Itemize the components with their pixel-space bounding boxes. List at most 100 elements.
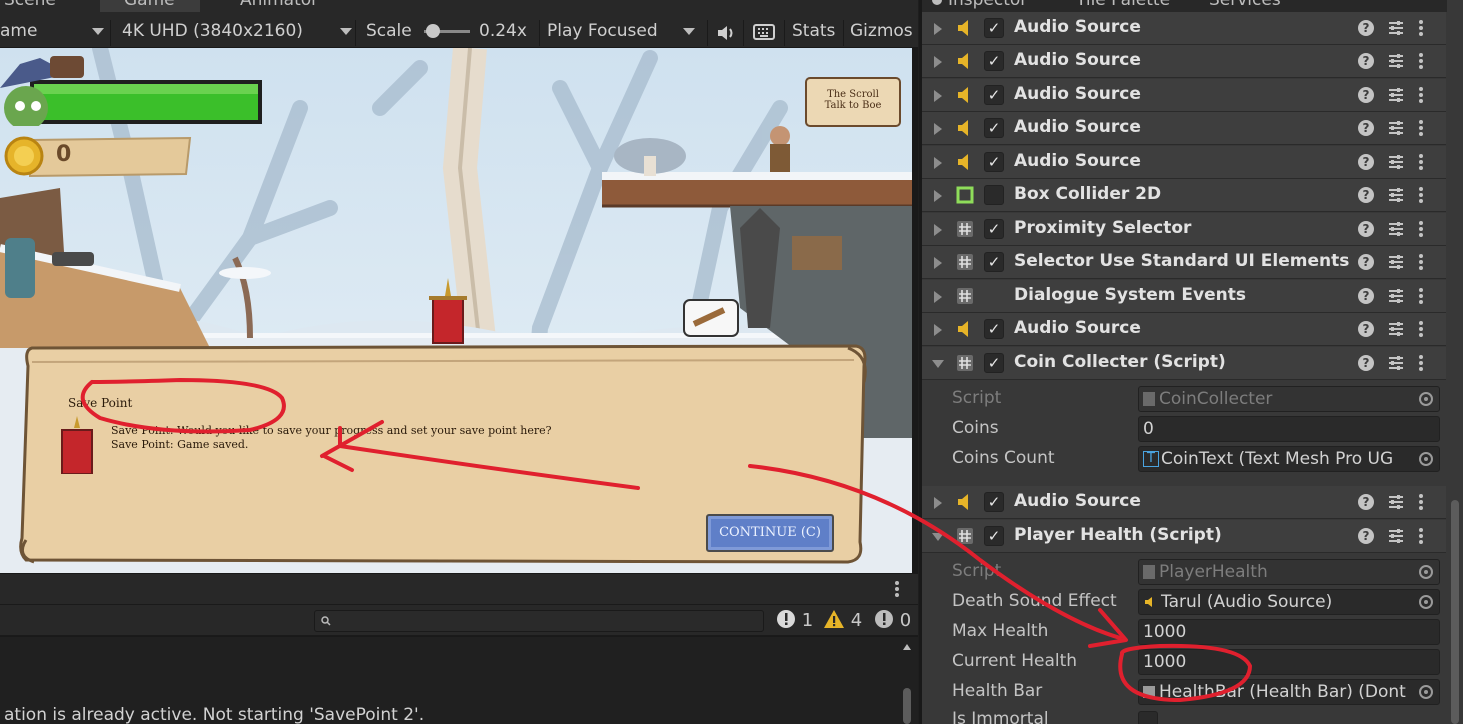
error-count-toggle[interactable]: 1 xyxy=(776,609,813,633)
more-options-icon[interactable] xyxy=(1418,286,1424,306)
keyboard-icon[interactable] xyxy=(753,23,775,41)
health-bar-field[interactable]: HealthBar (Health Bar) (Dont xyxy=(1138,679,1440,705)
preset-icon[interactable] xyxy=(1388,18,1404,38)
more-options-icon[interactable] xyxy=(1418,319,1424,339)
preset-icon[interactable] xyxy=(1388,353,1404,373)
component-header[interactable]: ✓ Player Health (Script)? xyxy=(922,520,1446,553)
object-picker-icon[interactable] xyxy=(1419,595,1433,609)
help-icon[interactable]: ? xyxy=(1358,321,1374,337)
warning-count-toggle[interactable]: 4 xyxy=(823,609,862,633)
more-options-icon[interactable] xyxy=(1418,85,1424,105)
gizmos-button[interactable]: Gizmos xyxy=(850,18,913,44)
component-header[interactable]: ✓ Audio Source? xyxy=(922,79,1446,112)
help-icon[interactable]: ? xyxy=(1358,20,1374,36)
component-enabled-checkbox[interactable]: ✓ xyxy=(984,18,1004,38)
more-options-icon[interactable] xyxy=(1418,185,1424,205)
fold-closed-icon[interactable] xyxy=(934,190,942,202)
object-picker-icon[interactable] xyxy=(1419,452,1433,466)
preset-icon[interactable] xyxy=(1388,85,1404,105)
preset-icon[interactable] xyxy=(1388,492,1404,512)
component-enabled-checkbox[interactable]: ✓ xyxy=(984,219,1004,239)
more-options-icon[interactable] xyxy=(1418,51,1424,71)
is-immortal-checkbox[interactable] xyxy=(1138,711,1158,724)
help-icon[interactable]: ? xyxy=(1358,154,1374,170)
help-icon[interactable]: ? xyxy=(1358,254,1374,270)
component-header[interactable]: ✓ Audio Source? xyxy=(922,486,1446,519)
fold-closed-icon[interactable] xyxy=(934,23,942,35)
component-enabled-checkbox[interactable]: ✓ xyxy=(984,85,1004,105)
fold-closed-icon[interactable] xyxy=(934,324,942,336)
play-mode-dropdown[interactable]: Play Focused xyxy=(547,18,695,44)
death-sound-field[interactable]: Tarul (Audio Source) xyxy=(1138,589,1440,615)
fold-closed-icon[interactable] xyxy=(934,56,942,68)
component-header[interactable]: ✓ Audio Source? xyxy=(922,313,1446,346)
preset-icon[interactable] xyxy=(1388,526,1404,546)
help-icon[interactable]: ? xyxy=(1358,221,1374,237)
audio-mute-icon[interactable] xyxy=(716,24,736,42)
coins-field[interactable]: 0 xyxy=(1138,416,1440,442)
component-header[interactable]: ✓ Coin Collecter (Script)? xyxy=(922,347,1446,380)
help-icon[interactable]: ? xyxy=(1358,53,1374,69)
help-icon[interactable]: ? xyxy=(1358,494,1374,510)
help-icon[interactable]: ? xyxy=(1358,120,1374,136)
fold-open-icon[interactable] xyxy=(932,360,944,368)
preset-icon[interactable] xyxy=(1388,51,1404,71)
component-enabled-checkbox[interactable]: ✓ xyxy=(984,252,1004,272)
resolution-dropdown[interactable]: 4K UHD (3840x2160) xyxy=(122,18,352,44)
more-options-icon[interactable] xyxy=(1418,492,1424,512)
more-options-icon[interactable] xyxy=(894,581,900,597)
game-view[interactable]: The Scroll Talk to Boe 0 Save Point Save… xyxy=(0,48,912,573)
help-icon[interactable]: ? xyxy=(1358,288,1374,304)
component-header[interactable]: ✓ Audio Source? xyxy=(922,45,1446,78)
fold-open-icon[interactable] xyxy=(932,533,944,541)
tab-tile-palette[interactable]: Tile Palette xyxy=(1076,0,1170,9)
preset-icon[interactable] xyxy=(1388,118,1404,138)
current-health-field[interactable]: 1000 xyxy=(1138,649,1440,675)
object-picker-icon[interactable] xyxy=(1419,565,1433,579)
console-log[interactable]: ation is already active. Not starting 'S… xyxy=(0,637,918,724)
component-enabled-checkbox[interactable] xyxy=(984,185,1004,205)
fold-closed-icon[interactable] xyxy=(934,157,942,169)
fold-closed-icon[interactable] xyxy=(934,497,942,509)
tab-inspector[interactable]: Inspector xyxy=(932,0,1027,9)
help-icon[interactable]: ? xyxy=(1358,87,1374,103)
preset-icon[interactable] xyxy=(1388,286,1404,306)
more-options-icon[interactable] xyxy=(1418,152,1424,172)
component-enabled-checkbox[interactable]: ✓ xyxy=(984,526,1004,546)
component-enabled-checkbox[interactable]: ✓ xyxy=(984,118,1004,138)
component-header[interactable]: ✓ Audio Source? xyxy=(922,12,1446,45)
help-icon[interactable]: ? xyxy=(1358,187,1374,203)
tab-game[interactable]: Game xyxy=(100,0,200,12)
tab-services[interactable]: Services xyxy=(1209,0,1281,9)
preset-icon[interactable] xyxy=(1388,152,1404,172)
component-header[interactable]: Box Collider 2D? xyxy=(922,179,1446,212)
object-picker-icon[interactable] xyxy=(1419,685,1433,699)
coins-count-field[interactable]: T CoinText (Text Mesh Pro UG xyxy=(1138,446,1440,472)
component-enabled-checkbox[interactable]: ✓ xyxy=(984,319,1004,339)
console-search-input[interactable] xyxy=(314,610,764,632)
scale-slider-knob[interactable] xyxy=(426,24,440,38)
component-enabled-checkbox[interactable]: ✓ xyxy=(984,152,1004,172)
component-header[interactable]: ✓ Audio Source? xyxy=(922,112,1446,145)
fold-closed-icon[interactable] xyxy=(934,123,942,135)
display-dropdown[interactable]: ame xyxy=(0,18,104,44)
preset-icon[interactable] xyxy=(1388,252,1404,272)
more-options-icon[interactable] xyxy=(1418,252,1424,272)
tab-animator[interactable]: Animator xyxy=(218,0,328,12)
component-header[interactable]: ✓ Audio Source? xyxy=(922,146,1446,179)
console-log-line[interactable]: ation is already active. Not starting 'S… xyxy=(4,705,424,724)
fold-closed-icon[interactable] xyxy=(934,224,942,236)
tab-scene[interactable]: Scene xyxy=(0,0,94,12)
fold-closed-icon[interactable] xyxy=(934,291,942,303)
max-health-field[interactable]: 1000 xyxy=(1138,619,1440,645)
component-header[interactable]: Dialogue System Events? xyxy=(922,280,1446,313)
stats-button[interactable]: Stats xyxy=(792,18,835,44)
continue-button[interactable]: CONTINUE (C) xyxy=(706,514,834,552)
inspector-scrollbar[interactable] xyxy=(1447,0,1463,724)
preset-icon[interactable] xyxy=(1388,319,1404,339)
component-enabled-checkbox[interactable]: ✓ xyxy=(984,492,1004,512)
help-icon[interactable]: ? xyxy=(1358,355,1374,371)
fold-closed-icon[interactable] xyxy=(934,90,942,102)
more-options-icon[interactable] xyxy=(1418,353,1424,373)
console-scrollbar[interactable] xyxy=(902,640,912,724)
